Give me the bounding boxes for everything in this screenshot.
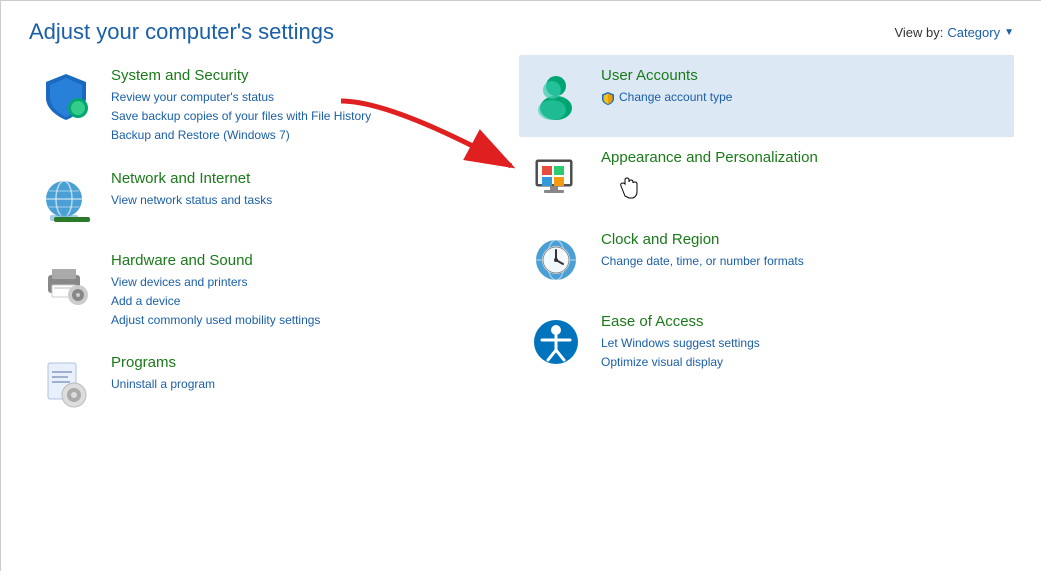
category-hardware-sound: Hardware and Sound View devices and prin… [29, 240, 499, 343]
date-time-link[interactable]: Change date, time, or number formats [601, 252, 1006, 271]
network-internet-icon [37, 170, 95, 228]
category-system-security: System and Security Review your computer… [29, 55, 499, 158]
hardware-sound-icon [37, 252, 95, 310]
programs-title[interactable]: Programs [111, 354, 491, 371]
left-panel: System and Security Review your computer… [29, 55, 519, 424]
category-appearance: Appearance and Personalization [519, 137, 1014, 219]
category-ease-of-access: Ease of Access Let Windows suggest setti… [519, 301, 1014, 384]
category-network-internet: Network and Internet View network status… [29, 158, 499, 240]
ease-of-access-icon [527, 313, 585, 371]
programs-icon [37, 354, 95, 412]
backup-restore-link[interactable]: Backup and Restore (Windows 7) [111, 126, 491, 145]
add-device-link[interactable]: Add a device [111, 292, 491, 311]
category-user-accounts: User Accounts Change account type [519, 55, 1014, 137]
view-by-label: View by: [894, 25, 943, 40]
clock-region-text: Clock and Region Change date, time, or n… [601, 231, 1006, 271]
header: Adjust your computer's settings View by:… [1, 1, 1041, 55]
uninstall-link[interactable]: Uninstall a program [111, 375, 491, 394]
clock-region-icon [527, 231, 585, 289]
system-security-text: System and Security Review your computer… [111, 67, 491, 146]
view-by-value[interactable]: Category [947, 25, 1000, 40]
change-account-container: Change account type [601, 88, 1006, 107]
hardware-sound-text: Hardware and Sound View devices and prin… [111, 252, 491, 331]
devices-printers-link[interactable]: View devices and printers [111, 273, 491, 292]
programs-text: Programs Uninstall a program [111, 354, 491, 394]
user-accounts-text: User Accounts Change account type [601, 67, 1006, 107]
mobility-settings-link[interactable]: Adjust commonly used mobility settings [111, 311, 491, 330]
review-status-link[interactable]: Review your computer's status [111, 88, 491, 107]
view-by-control: View by: Category ▼ [894, 25, 1014, 40]
chevron-down-icon[interactable]: ▼ [1004, 27, 1014, 38]
system-security-title[interactable]: System and Security [111, 67, 491, 84]
category-programs: Programs Uninstall a program [29, 342, 499, 424]
appearance-title[interactable]: Appearance and Personalization [601, 149, 1006, 166]
clock-region-title[interactable]: Clock and Region [601, 231, 1006, 248]
file-history-link[interactable]: Save backup copies of your files with Fi… [111, 107, 491, 126]
appearance-text: Appearance and Personalization [601, 149, 1006, 170]
user-accounts-icon [527, 67, 585, 125]
uac-shield-icon [601, 91, 615, 105]
category-clock-region: Clock and Region Change date, time, or n… [519, 219, 1014, 301]
right-panel: User Accounts Change account type [519, 55, 1014, 424]
main-content: System and Security Review your computer… [1, 55, 1041, 424]
ease-of-access-title[interactable]: Ease of Access [601, 313, 1006, 330]
system-security-icon [37, 67, 95, 125]
windows-suggest-link[interactable]: Let Windows suggest settings [601, 334, 1006, 353]
optimize-display-link[interactable]: Optimize visual display [601, 353, 1006, 372]
hardware-sound-title[interactable]: Hardware and Sound [111, 252, 491, 269]
network-status-link[interactable]: View network status and tasks [111, 191, 491, 210]
page-title: Adjust your computer's settings [29, 19, 334, 45]
ease-of-access-text: Ease of Access Let Windows suggest setti… [601, 313, 1006, 372]
network-internet-text: Network and Internet View network status… [111, 170, 491, 210]
change-account-type-link[interactable]: Change account type [619, 88, 732, 107]
appearance-icon [527, 149, 585, 207]
network-internet-title[interactable]: Network and Internet [111, 170, 491, 187]
user-accounts-title[interactable]: User Accounts [601, 67, 1006, 84]
